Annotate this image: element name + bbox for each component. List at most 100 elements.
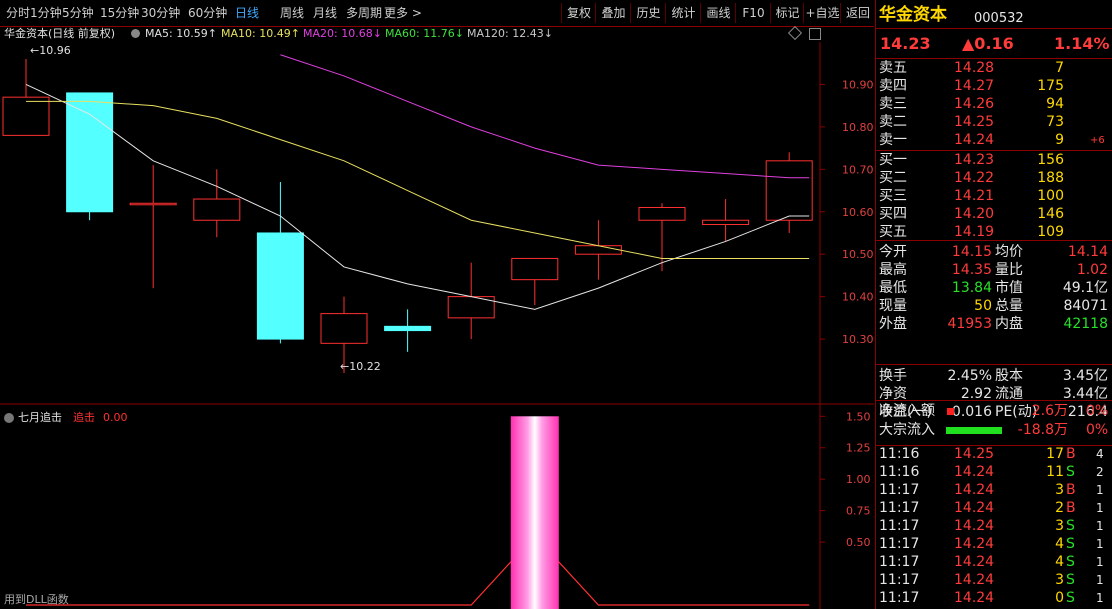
candle-body [129,202,177,206]
ma-line-ma5 [25,83,810,310]
tick-side: B [1066,500,1076,516]
tick-count: 1 [1096,591,1104,605]
quote-panel: 华金资本 000532 14.23 ▲0.16 1.14% 卖五 14.28 7 卖四 14.27… [875,0,1112,609]
price-tick-label: 10.40 [842,291,874,304]
tick-side: B [1066,482,1076,498]
bid-price: 14.19 [954,224,995,240]
ask-price: 14.26 [954,96,995,112]
tick-price: 14.24 [954,500,995,516]
tick-time: 11:17 [879,590,920,606]
ma-line-ma10 [26,100,810,259]
tick-side: S [1066,554,1075,570]
bid-volume: 188 [1037,170,1064,186]
bid-label: 买二 [879,170,907,186]
price-tick-label: 10.30 [842,333,874,346]
stat-value: 13.84 [951,280,992,296]
stat-value: 50 [974,298,992,314]
stock-name: 华金资本 [879,5,947,25]
tick-side: S [1066,464,1075,480]
tick-side: S [1066,590,1075,606]
price-tick-label: 10.90 [842,78,874,91]
candle-body [66,92,114,213]
bid-price: 14.20 [954,206,995,222]
bid-price: 14.22 [954,170,995,186]
ask-price: 14.24 [954,132,995,148]
indicator-line [26,534,810,606]
high-annotation: ←10.96 [30,44,71,57]
stat-label: 最低 [879,280,907,296]
bid-volume: 100 [1037,188,1064,204]
candle-body [765,160,813,221]
tick-count: 4 [1096,447,1104,461]
indicator-title: 七月追击 [18,411,62,424]
stat-value: 14.35 [951,262,992,278]
tick-volume: 3 [1055,518,1064,534]
stat-label: 市值 [995,280,1023,296]
kline-chart[interactable]: 10.90 10.80 10.70 10.60 10.50 10.40 10.30 ←10.9… [0,0,874,609]
fin-value: 3.44亿 [1062,386,1108,402]
flow-label: 大宗流入 [879,422,935,438]
tick-side: S [1066,536,1075,552]
price-change-pct: 1.14% [1054,34,1110,53]
stat-label: 均价 [995,244,1023,260]
stat-label: 量比 [995,262,1023,278]
flow-value: 2.6万 [1031,403,1068,419]
tick-count: 1 [1096,537,1104,551]
stat-label: 今开 [879,244,907,260]
bid-volume: 109 [1037,224,1064,240]
price-change: ▲0.16 [962,34,1014,53]
indicator-tick-label: 1.25 [846,442,871,455]
fin-label: 股本 [995,368,1023,384]
tick-count: 1 [1096,483,1104,497]
candle-body [384,325,432,332]
tick-side: S [1066,518,1075,534]
ask-label: 卖一 [879,132,907,148]
ask-volume: 73 [1046,114,1064,130]
ask-label: 卖五 [879,60,907,76]
stat-label: 内盘 [995,316,1023,332]
tick-count: 1 [1096,555,1104,569]
stat-value: 42118 [1063,316,1108,332]
stat-label: 外盘 [879,316,907,332]
flow-value: -18.8万 [1017,422,1068,438]
tick-count: 1 [1096,573,1104,587]
tick-volume: 17 [1046,446,1064,462]
tick-volume: 0 [1055,590,1064,606]
flow-pct: 0% [1086,403,1109,419]
fin-value: 2.45% [947,368,992,384]
price-tick-label: 10.80 [842,121,874,134]
candle-body [2,96,50,136]
bid-price: 14.21 [954,188,995,204]
current-price: 14.23 [880,34,931,53]
stat-label: 现量 [879,298,907,314]
indicator-footer: 用到DLL函数 [4,593,69,606]
tick-count: 1 [1096,501,1104,515]
bid-volume: 156 [1037,152,1064,168]
flow-label: 净流入额 [879,403,935,419]
ask-label: 卖四 [879,78,907,94]
indicator-menu-icon[interactable] [4,413,14,423]
price-tick-label: 10.70 [842,163,874,176]
indicator-tick-label: 0.50 [846,536,871,549]
ask-price: 14.25 [954,114,995,130]
panel-divider [876,364,1112,365]
stat-value: 1.02 [1076,262,1108,278]
fin-value: 3.45亿 [1062,368,1108,384]
tick-side: B [1066,446,1076,462]
flow-bar [947,408,954,415]
fin-label: 净资 [879,386,907,402]
bid-label: 买四 [879,206,907,222]
ask-price: 14.27 [954,78,995,94]
ask-volume: 7 [1055,60,1064,76]
tick-time: 11:16 [879,446,920,462]
ask-change: +6 [1090,135,1105,146]
stat-label: 最高 [879,262,907,278]
tick-count: 1 [1096,519,1104,533]
fin-label: 流通 [995,386,1023,402]
indicator-tick-label: 1.00 [846,473,871,486]
tick-time: 11:17 [879,554,920,570]
tick-volume: 11 [1046,464,1064,480]
bid-volume: 146 [1037,206,1064,222]
bid-label: 买三 [879,188,907,204]
fin-value: 0.016 [951,404,992,420]
